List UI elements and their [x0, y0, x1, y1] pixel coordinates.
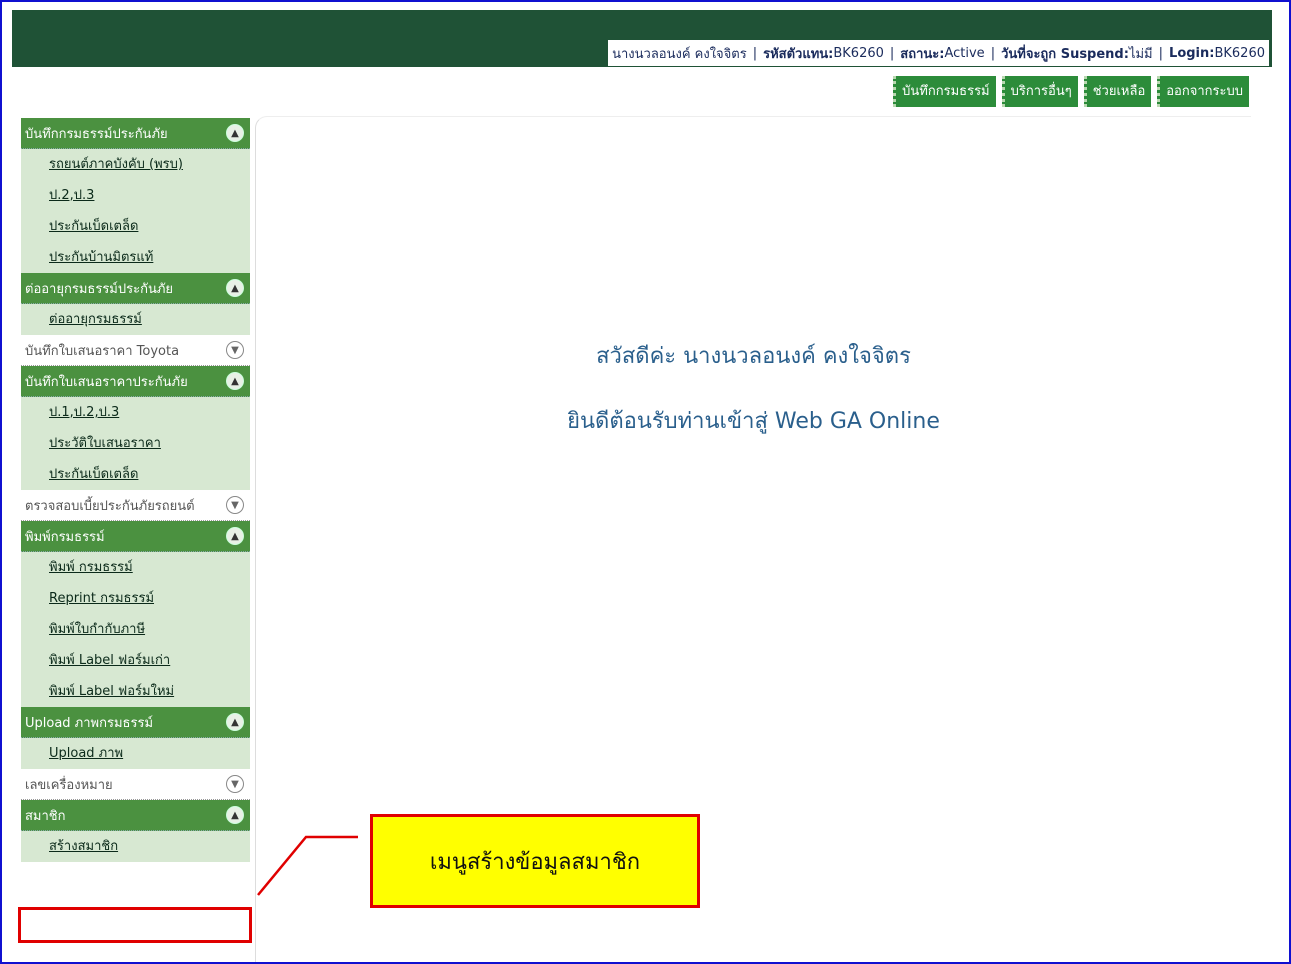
- separator: |: [990, 45, 996, 61]
- sidebar-section-member[interactable]: สมาชิก ▲: [21, 800, 250, 831]
- sidebar-item-print-policy[interactable]: พิมพ์ กรมธรรม์: [21, 552, 250, 583]
- sidebar-section-quote[interactable]: บันทึกใบเสนอราคาประกันภัย ▲: [21, 366, 250, 397]
- section-title: Upload ภาพกรมธรรม์: [25, 715, 154, 731]
- sidebar-section-print-policy[interactable]: พิมพ์กรมธรรม์ ▲: [21, 521, 250, 552]
- sidebar-section-upload-image[interactable]: Upload ภาพกรมธรรม์ ▲: [21, 707, 250, 738]
- separator: |: [1158, 45, 1164, 61]
- sidebar-section-sticker-number[interactable]: เลขเครื่องหมาย ▼: [21, 769, 250, 800]
- status-label: สถานะ:: [900, 46, 945, 62]
- section-title: บันทึกกรมธรรม์ประกันภัย: [25, 126, 168, 142]
- sidebar-item-p2-p3[interactable]: ป.2,ป.3: [21, 180, 250, 211]
- chevron-down-icon[interactable]: ▼: [226, 496, 244, 514]
- highlight-box: [18, 907, 252, 943]
- sidebar-item-quote-misc[interactable]: ประกันเบ็ดเตล็ด: [21, 459, 250, 490]
- chevron-up-icon[interactable]: ▲: [226, 279, 244, 297]
- sidebar-item-reprint-policy[interactable]: Reprint กรมธรรม์: [21, 583, 250, 614]
- top-nav: บันทึกกรมธรรม์ บริการอื่นๆ ช่วยเหลือ ออก…: [893, 76, 1249, 107]
- login-label: Login:: [1169, 45, 1215, 61]
- section-title: พิมพ์กรมธรรม์: [25, 529, 105, 545]
- sidebar-menu: บันทึกกรมธรรม์ประกันภัย ▲ รถยนต์ภาคบังคั…: [21, 118, 250, 862]
- greeting-text: สวัสดีค่ะ นางนวลอนงค์ คงใจจิตร: [596, 344, 911, 369]
- sidebar-item-compulsory-motor[interactable]: รถยนต์ภาคบังคับ (พรบ): [21, 149, 250, 180]
- section-items: Upload ภาพ: [21, 738, 250, 769]
- nav-other-services-button[interactable]: บริการอื่นๆ: [1001, 76, 1078, 107]
- header-bar: นางนวลอนงค์ คงใจจิตร | รหัสตัวแทน: BK6260…: [12, 10, 1272, 67]
- suspend-value: ไม่มี: [1128, 46, 1153, 62]
- sidebar-section-record-policy[interactable]: บันทึกกรมธรรม์ประกันภัย ▲: [21, 118, 250, 149]
- sidebar-item-misc-insurance[interactable]: ประกันเบ็ดเตล็ด: [21, 211, 250, 242]
- chevron-down-icon[interactable]: ▼: [226, 341, 244, 359]
- sidebar-item-renew[interactable]: ต่ออายุกรมธรรม์: [21, 304, 250, 335]
- user-name: นางนวลอนงค์ คงใจจิตร: [612, 46, 747, 62]
- chevron-up-icon[interactable]: ▲: [226, 372, 244, 390]
- sidebar-item-print-tax-invoice[interactable]: พิมพ์ใบกำกับภาษี: [21, 614, 250, 645]
- suspend-label: วันที่จะถูก Suspend:: [1001, 46, 1129, 62]
- agent-code: BK6260: [833, 45, 884, 61]
- sidebar-item-create-member[interactable]: สร้างสมาชิก: [21, 831, 250, 862]
- section-title: บันทึกใบเสนอราคา Toyota: [25, 343, 180, 359]
- chevron-up-icon[interactable]: ▲: [226, 713, 244, 731]
- nav-logout-button[interactable]: ออกจากระบบ: [1157, 76, 1249, 107]
- sidebar-item-print-label-new[interactable]: พิมพ์ Label ฟอร์มใหม่: [21, 676, 250, 707]
- separator: |: [889, 45, 895, 61]
- section-items: พิมพ์ กรมธรรม์ Reprint กรมธรรม์ พิมพ์ใบก…: [21, 552, 250, 707]
- sidebar-item-print-label-old[interactable]: พิมพ์ Label ฟอร์มเก่า: [21, 645, 250, 676]
- section-items: ต่ออายุกรมธรรม์: [21, 304, 250, 335]
- chevron-up-icon[interactable]: ▲: [226, 124, 244, 142]
- user-info-bar: นางนวลอนงค์ คงใจจิตร | รหัสตัวแทน: BK6260…: [607, 39, 1270, 67]
- sidebar-item-p1-p2-p3[interactable]: ป.1,ป.2,ป.3: [21, 397, 250, 428]
- sidebar-item-upload-image[interactable]: Upload ภาพ: [21, 738, 250, 769]
- welcome-text: ยินดีต้อนรับท่านเข้าสู่ Web GA Online: [567, 409, 940, 434]
- sidebar-section-renew-policy[interactable]: ต่ออายุกรมธรรม์ประกันภัย ▲: [21, 273, 250, 304]
- callout-note: เมนูสร้างข้อมูลสมาชิก: [370, 814, 700, 908]
- page-frame: นางนวลอนงค์ คงใจจิตร | รหัสตัวแทน: BK6260…: [0, 0, 1291, 964]
- section-items: ป.1,ป.2,ป.3 ประวัติใบเสนอราคา ประกันเบ็ด…: [21, 397, 250, 490]
- section-items: รถยนต์ภาคบังคับ (พรบ) ป.2,ป.3 ประกันเบ็ด…: [21, 149, 250, 273]
- sidebar-item-home-insurance[interactable]: ประกันบ้านมิตรแท้: [21, 242, 250, 273]
- section-title: ต่ออายุกรมธรรม์ประกันภัย: [25, 281, 174, 297]
- nav-record-policy-button[interactable]: บันทึกกรมธรรม์: [893, 76, 996, 107]
- section-title: บันทึกใบเสนอราคาประกันภัย: [25, 374, 188, 390]
- login-value: BK6260: [1214, 45, 1265, 61]
- section-items: สร้างสมาชิก: [21, 831, 250, 862]
- separator: |: [752, 45, 758, 61]
- section-title: ตรวจสอบเบี้ยประกันภัยรถยนต์: [25, 498, 195, 514]
- status-value: Active: [944, 45, 985, 61]
- sidebar-item-quote-history[interactable]: ประวัติใบเสนอราคา: [21, 428, 250, 459]
- section-title: สมาชิก: [25, 808, 66, 824]
- sidebar-section-toyota-quote[interactable]: บันทึกใบเสนอราคา Toyota ▼: [21, 335, 250, 366]
- section-title: เลขเครื่องหมาย: [25, 777, 113, 793]
- sidebar-section-check-premium[interactable]: ตรวจสอบเบี้ยประกันภัยรถยนต์ ▼: [21, 490, 250, 521]
- chevron-down-icon[interactable]: ▼: [226, 775, 244, 793]
- nav-help-button[interactable]: ช่วยเหลือ: [1083, 76, 1152, 107]
- agent-code-label: รหัสตัวแทน:: [763, 46, 834, 62]
- chevron-up-icon[interactable]: ▲: [226, 527, 244, 545]
- chevron-up-icon[interactable]: ▲: [226, 806, 244, 824]
